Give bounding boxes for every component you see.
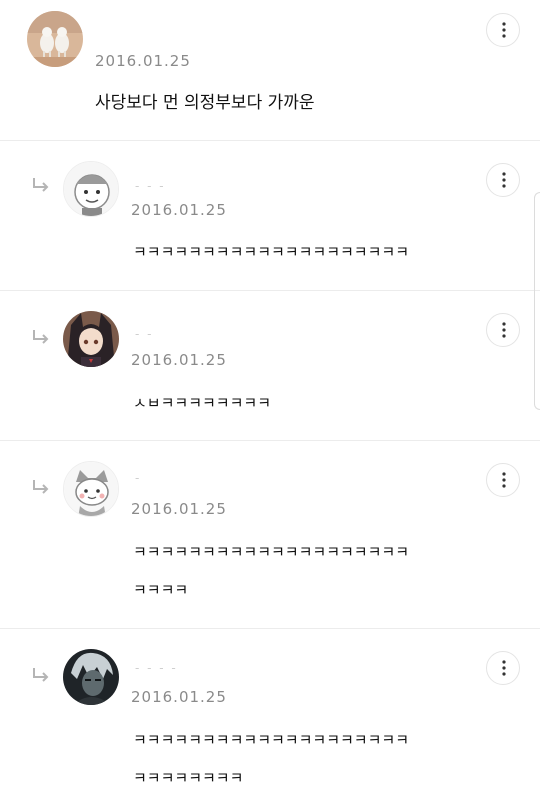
more-vertical-icon — [502, 472, 506, 488]
more-options-button[interactable] — [486, 651, 520, 685]
comment-item: 2016.01.25 사당보다 먼 의정부보다 가까운 — [0, 0, 540, 141]
more-options-button[interactable] — [486, 13, 520, 47]
comment-text: ㅋㅋㅋㅋㅋㅋㅋㅋㅋㅋㅋㅋㅋㅋㅋㅋㅋㅋㅋㅋ — [133, 731, 410, 749]
comment-date: 2016.01.25 — [131, 500, 227, 518]
avatar-drawn-character-icon[interactable] — [63, 161, 119, 217]
comment-date: 2016.01.25 — [131, 688, 227, 706]
comment-author: - - - — [135, 179, 166, 193]
comment-date: 2016.01.25 — [131, 201, 227, 219]
more-vertical-icon — [502, 22, 506, 38]
comment-author: - - - - — [135, 661, 178, 675]
reply-item: - - - - 2016.01.25 ㅋㅋㅋㅋㅋㅋㅋㅋㅋㅋㅋㅋㅋㅋㅋㅋㅋㅋㅋㅋ … — [0, 629, 540, 803]
comment-text: ㅅㅂㅋㅋㅋㅋㅋㅋㅋㅋ — [133, 394, 272, 412]
comment-text: 사당보다 먼 의정부보다 가까운 — [95, 93, 315, 113]
avatar-cat-character-icon[interactable] — [63, 461, 119, 517]
more-vertical-icon — [502, 172, 506, 188]
reply-arrow-icon — [32, 329, 50, 345]
more-options-button[interactable] — [486, 163, 520, 197]
scrollbar-edge[interactable] — [534, 192, 540, 410]
avatar-alpacas-icon[interactable] — [27, 11, 83, 67]
comment-text: ㅋㅋㅋㅋㅋㅋㅋㅋ — [133, 769, 244, 787]
avatar-anime-girl-icon[interactable] — [63, 311, 119, 367]
avatar-dark-character-icon[interactable] — [63, 649, 119, 705]
comment-text: ㅋㅋㅋㅋㅋㅋㅋㅋㅋㅋㅋㅋㅋㅋㅋㅋㅋㅋㅋㅋ — [133, 243, 410, 261]
reply-arrow-icon — [32, 667, 50, 683]
reply-item: - - 2016.01.25 ㅅㅂㅋㅋㅋㅋㅋㅋㅋㅋ — [0, 291, 540, 441]
comment-date: 2016.01.25 — [95, 52, 191, 70]
comment-author: - - — [135, 327, 154, 341]
comment-author: - — [135, 471, 142, 485]
more-options-button[interactable] — [486, 313, 520, 347]
comment-text: ㅋㅋㅋㅋㅋㅋㅋㅋㅋㅋㅋㅋㅋㅋㅋㅋㅋㅋㅋㅋ — [133, 543, 410, 561]
comment-date: 2016.01.25 — [131, 351, 227, 369]
comment-text: ㅋㅋㅋㅋ — [133, 581, 189, 599]
reply-arrow-icon — [32, 479, 50, 495]
more-vertical-icon — [502, 660, 506, 676]
more-vertical-icon — [502, 322, 506, 338]
reply-arrow-icon — [32, 177, 50, 193]
more-options-button[interactable] — [486, 463, 520, 497]
reply-item: - 2016.01.25 ㅋㅋㅋㅋㅋㅋㅋㅋㅋㅋㅋㅋㅋㅋㅋㅋㅋㅋㅋㅋ ㅋㅋㅋㅋ — [0, 441, 540, 629]
reply-item: - - - 2016.01.25 ㅋㅋㅋㅋㅋㅋㅋㅋㅋㅋㅋㅋㅋㅋㅋㅋㅋㅋㅋㅋ — [0, 141, 540, 291]
